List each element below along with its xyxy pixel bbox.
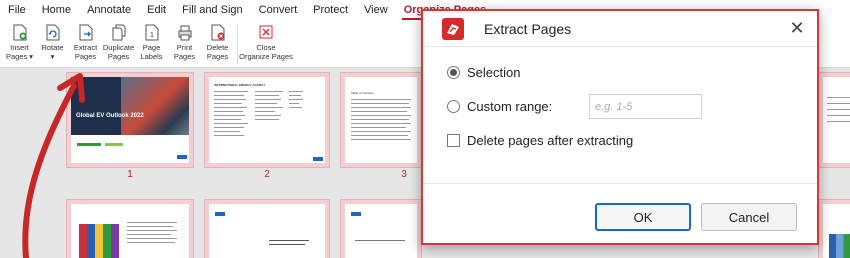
custom-range-label: Custom range:	[467, 99, 553, 114]
selection-radio[interactable]	[447, 66, 460, 79]
duplicate-pages-button[interactable]: Duplicate Pages	[103, 20, 134, 61]
rotate-button[interactable]: Rotate ▾	[37, 20, 68, 61]
menu-edit[interactable]: Edit	[139, 0, 174, 20]
delete-after-checkbox[interactable]	[447, 134, 460, 147]
delete-after-label: Delete pages after extracting	[467, 133, 634, 148]
selection-label: Selection	[467, 65, 521, 80]
page-label-icon: 1	[145, 24, 158, 41]
page-thumbnail-9[interactable]	[340, 199, 422, 258]
extract-pages-dialog: Extract Pages ✕ Selection Custom range: …	[421, 9, 819, 245]
selection-option[interactable]: Selection	[447, 65, 520, 80]
printer-icon	[178, 25, 191, 41]
insert-page-icon	[13, 24, 26, 41]
delete-pages-button[interactable]: Delete Pages	[202, 20, 233, 61]
page-labels-label: Page Labels	[140, 43, 163, 61]
page-number-3: 3	[401, 169, 407, 180]
custom-range-input[interactable]	[589, 94, 702, 119]
menu-home[interactable]: Home	[34, 0, 79, 20]
page-number-1: 1	[127, 169, 133, 180]
page-thumbnail-6[interactable]	[818, 72, 850, 168]
delete-after-option[interactable]: Delete pages after extracting	[447, 133, 633, 148]
extract-pages-label: Extract Pages	[73, 43, 98, 61]
insert-pages-label: Insert Pages ▾	[5, 43, 34, 61]
dialog-footer: OK Cancel	[423, 183, 817, 243]
page-number-2: 2	[264, 169, 270, 180]
duplicate-pages-label: Duplicate Pages	[102, 43, 135, 61]
insert-pages-button[interactable]: Insert Pages ▾	[4, 20, 35, 61]
delete-pages-label: Delete Pages	[206, 43, 229, 61]
custom-range-option[interactable]: Custom range:	[447, 99, 552, 114]
page-thumbnail-2[interactable]: INTERNATIONAL ENERGY AGENCY	[204, 72, 330, 168]
rotate-page-icon	[46, 24, 59, 41]
svg-text:1: 1	[150, 32, 154, 39]
rotate-label: Rotate ▾	[41, 43, 64, 61]
dialog-title: Extract Pages	[484, 21, 572, 37]
page-thumbnail-8[interactable]	[204, 199, 330, 258]
menu-protect[interactable]: Protect	[305, 0, 356, 20]
page3-header: Table of contents	[351, 91, 374, 95]
close-icon[interactable]: ✕	[787, 18, 807, 38]
page2-header: INTERNATIONAL ENERGY AGENCY	[214, 83, 266, 87]
cancel-button[interactable]: Cancel	[701, 203, 797, 231]
menu-annotate[interactable]: Annotate	[79, 0, 139, 20]
custom-range-radio[interactable]	[447, 100, 460, 113]
duplicate-page-icon	[112, 24, 125, 41]
ok-button[interactable]: OK	[595, 203, 691, 231]
menu-view[interactable]: View	[356, 0, 396, 20]
menu-fill-and-sign[interactable]: Fill and Sign	[174, 0, 251, 20]
close-organize-pages-label: Close Organize Pages	[239, 43, 293, 61]
menu-convert[interactable]: Convert	[251, 0, 306, 20]
page-thumbnail-12[interactable]	[818, 199, 850, 258]
delete-page-icon	[211, 24, 224, 41]
app-logo-icon	[442, 18, 464, 40]
page-thumbnail-3[interactable]: Table of contents	[340, 72, 422, 168]
page-labels-button[interactable]: 1 Page Labels	[136, 20, 167, 61]
extract-page-icon	[79, 24, 92, 41]
print-pages-label: Print Pages	[173, 43, 196, 61]
menu-file[interactable]: File	[0, 0, 34, 20]
red-arrow-annotation	[22, 73, 85, 258]
dialog-titlebar: Extract Pages ✕	[423, 11, 817, 47]
close-organize-pages-button[interactable]: Close Organize Pages	[239, 20, 293, 61]
extract-pages-button[interactable]: Extract Pages	[70, 20, 101, 61]
print-pages-button[interactable]: Print Pages	[169, 20, 200, 61]
close-red-icon	[259, 25, 273, 39]
ribbon-separator	[237, 24, 238, 64]
